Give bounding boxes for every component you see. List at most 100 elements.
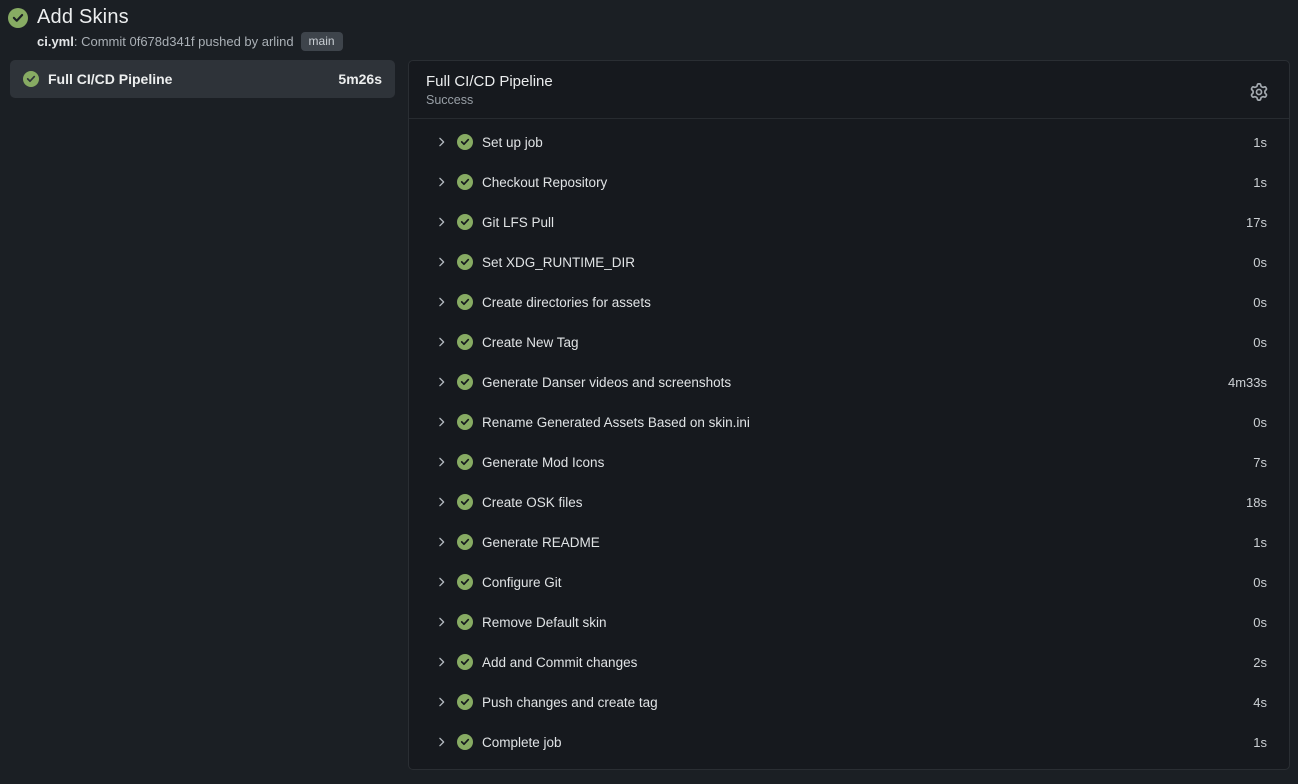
- step-duration: 4s: [1253, 695, 1267, 710]
- step-success-icon: [457, 374, 473, 390]
- step-label: Checkout Repository: [482, 175, 1253, 190]
- step-row[interactable]: Create New Tag0s: [434, 322, 1267, 362]
- step-label: Set XDG_RUNTIME_DIR: [482, 255, 1253, 270]
- run-subtitle: ci.yml: Commit 0f678d341f pushed by arli…: [37, 32, 1290, 51]
- step-success-icon: [457, 654, 473, 670]
- step-row[interactable]: Create directories for assets0s: [434, 282, 1267, 322]
- chevron-right-icon[interactable]: [434, 135, 450, 149]
- step-row[interactable]: Add and Commit changes2s: [434, 642, 1267, 682]
- step-duration: 0s: [1253, 615, 1267, 630]
- step-duration: 1s: [1253, 535, 1267, 550]
- step-label: Set up job: [482, 135, 1253, 150]
- step-success-icon: [457, 534, 473, 550]
- step-row[interactable]: Create OSK files18s: [434, 482, 1267, 522]
- step-label: Rename Generated Assets Based on skin.in…: [482, 415, 1253, 430]
- actions-run-page: { "colors": { "success_green": "#87ab63"…: [0, 0, 1298, 784]
- step-success-icon: [457, 254, 473, 270]
- chevron-right-icon[interactable]: [434, 375, 450, 389]
- step-duration: 0s: [1253, 295, 1267, 310]
- branch-badge[interactable]: main: [301, 32, 343, 51]
- step-success-icon: [457, 454, 473, 470]
- step-success-icon: [457, 414, 473, 430]
- jobs-sidebar: Full CI/CD Pipeline 5m26s: [10, 60, 395, 98]
- job-item-full-pipeline[interactable]: Full CI/CD Pipeline 5m26s: [10, 60, 395, 98]
- step-duration: 1s: [1253, 735, 1267, 750]
- step-label: Generate Danser videos and screenshots: [482, 375, 1228, 390]
- step-success-icon: [457, 294, 473, 310]
- panel-status: Success: [426, 93, 553, 107]
- step-success-icon: [457, 614, 473, 630]
- chevron-right-icon[interactable]: [434, 175, 450, 189]
- panel-title: Full CI/CD Pipeline: [426, 73, 553, 90]
- step-label: Remove Default skin: [482, 615, 1253, 630]
- step-success-icon: [457, 214, 473, 230]
- step-label: Create New Tag: [482, 335, 1253, 350]
- step-row[interactable]: Generate Danser videos and screenshots4m…: [434, 362, 1267, 402]
- step-success-icon: [457, 694, 473, 710]
- step-duration: 7s: [1253, 455, 1267, 470]
- job-success-icon: [23, 71, 39, 87]
- step-duration: 4m33s: [1228, 375, 1267, 390]
- step-row[interactable]: Push changes and create tag4s: [434, 682, 1267, 722]
- step-row[interactable]: Generate Mod Icons7s: [434, 442, 1267, 482]
- step-success-icon: [457, 134, 473, 150]
- chevron-right-icon[interactable]: [434, 455, 450, 469]
- chevron-right-icon[interactable]: [434, 615, 450, 629]
- step-row[interactable]: Rename Generated Assets Based on skin.in…: [434, 402, 1267, 442]
- commit-info: : Commit 0f678d341f pushed by arlind: [74, 34, 294, 49]
- job-duration: 5m26s: [338, 71, 382, 87]
- run-header: Add Skins ci.yml: Commit 0f678d341f push…: [0, 0, 1298, 60]
- step-duration: 18s: [1246, 495, 1267, 510]
- step-duration: 1s: [1253, 135, 1267, 150]
- chevron-right-icon[interactable]: [434, 335, 450, 349]
- chevron-right-icon[interactable]: [434, 415, 450, 429]
- chevron-right-icon[interactable]: [434, 495, 450, 509]
- gear-icon: [1250, 89, 1268, 104]
- step-label: Add and Commit changes: [482, 655, 1253, 670]
- step-label: Configure Git: [482, 575, 1253, 590]
- job-detail-panel: Full CI/CD Pipeline Success Set up job1s…: [408, 60, 1290, 770]
- chevron-right-icon[interactable]: [434, 255, 450, 269]
- step-row[interactable]: Generate README1s: [434, 522, 1267, 562]
- step-duration: 2s: [1253, 655, 1267, 670]
- step-row[interactable]: Configure Git0s: [434, 562, 1267, 602]
- settings-button[interactable]: [1246, 79, 1272, 105]
- step-label: Push changes and create tag: [482, 695, 1253, 710]
- chevron-right-icon[interactable]: [434, 535, 450, 549]
- panel-header: Full CI/CD Pipeline Success: [409, 61, 1289, 119]
- step-label: Complete job: [482, 735, 1253, 750]
- step-duration: 0s: [1253, 335, 1267, 350]
- step-row[interactable]: Remove Default skin0s: [434, 602, 1267, 642]
- step-row[interactable]: Set XDG_RUNTIME_DIR0s: [434, 242, 1267, 282]
- step-duration: 17s: [1246, 215, 1267, 230]
- chevron-right-icon[interactable]: [434, 295, 450, 309]
- step-row[interactable]: Checkout Repository1s: [434, 162, 1267, 202]
- step-row[interactable]: Complete job1s: [434, 722, 1267, 762]
- step-duration: 0s: [1253, 575, 1267, 590]
- step-label: Generate README: [482, 535, 1253, 550]
- step-success-icon: [457, 334, 473, 350]
- step-label: Create OSK files: [482, 495, 1246, 510]
- step-label: Generate Mod Icons: [482, 455, 1253, 470]
- step-success-icon: [457, 574, 473, 590]
- workflow-file-link[interactable]: ci.yml: [37, 34, 74, 49]
- steps-list: Set up job1sCheckout Repository1sGit LFS…: [409, 119, 1289, 766]
- step-duration: 0s: [1253, 415, 1267, 430]
- chevron-right-icon[interactable]: [434, 695, 450, 709]
- step-row[interactable]: Set up job1s: [434, 122, 1267, 162]
- run-success-icon: [8, 8, 28, 28]
- step-success-icon: [457, 174, 473, 190]
- step-label: Create directories for assets: [482, 295, 1253, 310]
- chevron-right-icon[interactable]: [434, 655, 450, 669]
- chevron-right-icon[interactable]: [434, 215, 450, 229]
- step-success-icon: [457, 734, 473, 750]
- step-row[interactable]: Git LFS Pull17s: [434, 202, 1267, 242]
- chevron-right-icon[interactable]: [434, 575, 450, 589]
- chevron-right-icon[interactable]: [434, 735, 450, 749]
- step-duration: 0s: [1253, 255, 1267, 270]
- step-label: Git LFS Pull: [482, 215, 1246, 230]
- step-success-icon: [457, 494, 473, 510]
- run-title: Add Skins: [37, 6, 129, 29]
- step-duration: 1s: [1253, 175, 1267, 190]
- job-name: Full CI/CD Pipeline: [48, 71, 329, 87]
